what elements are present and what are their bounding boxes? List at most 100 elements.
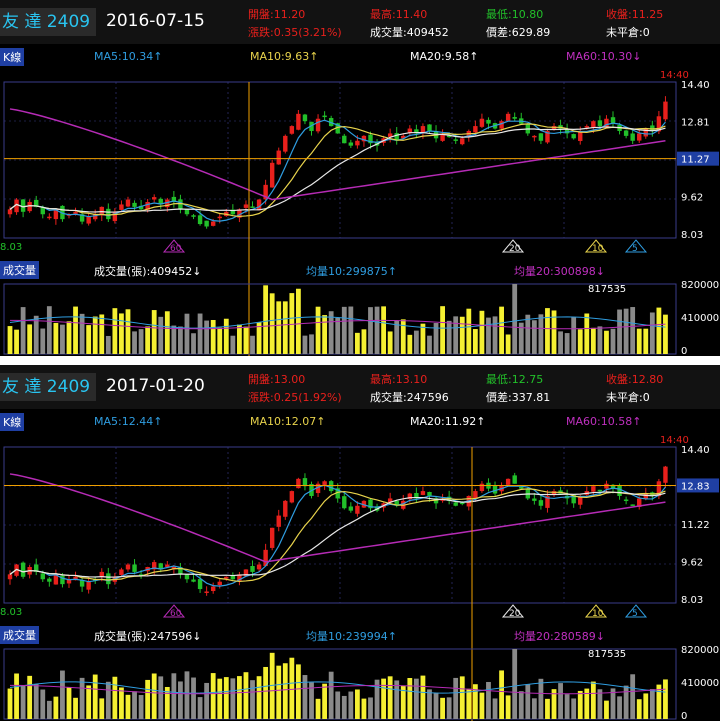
candle-body [597, 120, 603, 127]
volume-bar [178, 681, 183, 719]
candlestick-chart[interactable]: 14.4012.8311.229.628.0312.8314:408.03602… [0, 365, 720, 721]
volume-bar [381, 678, 387, 719]
candle-body [269, 527, 275, 548]
volume-bar [73, 697, 78, 719]
volume-bar [119, 687, 124, 719]
volume-bar [545, 698, 550, 719]
candle-body [630, 133, 635, 141]
volume-bar [145, 326, 151, 354]
volume-bar [132, 691, 137, 719]
volume-bar [459, 316, 465, 354]
volume-bar [597, 689, 603, 719]
volume-bar [197, 697, 203, 719]
candle-body [505, 478, 511, 485]
volume-bar [387, 331, 393, 354]
volume-bar [361, 698, 367, 719]
volume-bar [315, 698, 321, 719]
candle-body [243, 204, 249, 208]
current-price-label: 11.27 [681, 155, 710, 166]
candle-body [204, 591, 209, 593]
volume-bar [92, 316, 98, 354]
volume-bar [73, 306, 78, 354]
volume-bar [518, 691, 524, 719]
volume-bar [237, 676, 242, 719]
volume-bar [420, 323, 426, 354]
volume-bar [387, 676, 393, 719]
volume-bar [499, 670, 504, 719]
price-tick: 11.22 [681, 520, 710, 531]
volume-bar [466, 308, 472, 354]
candle-body [106, 208, 111, 220]
volume-bar [105, 681, 111, 719]
volume-bar [335, 317, 341, 354]
volume-bar [289, 657, 295, 719]
volume-bar [656, 307, 662, 354]
candle-body [479, 483, 485, 492]
candle-body [224, 576, 229, 579]
candle-body [283, 135, 288, 152]
candle-body [538, 500, 544, 506]
candle-body [20, 562, 26, 577]
candle-body [86, 581, 91, 590]
volume-bar [440, 697, 445, 719]
candle-body [492, 485, 498, 494]
volume-bar [400, 319, 406, 354]
ma20-line [9, 126, 666, 213]
volume-bar [263, 285, 269, 354]
candle-body [453, 139, 458, 141]
volume-bar [79, 677, 85, 719]
candle-body [407, 128, 413, 133]
candle-body [473, 126, 478, 133]
volume-bar [191, 677, 196, 719]
volume-bar [237, 324, 242, 354]
volume-bar [46, 700, 52, 719]
volume-bar [597, 326, 603, 354]
volume-bar [60, 670, 65, 719]
volume-bar [151, 673, 157, 719]
volume-bar [210, 320, 216, 354]
candle-body [283, 500, 288, 517]
volume-bar [368, 697, 373, 719]
max-volume-label: 817535 [588, 284, 626, 295]
candlestick-chart[interactable]: 14.4012.8111.279.628.0311.2714:408.03602… [0, 0, 720, 356]
candle-body [289, 491, 295, 503]
low-label: 8.03 [0, 242, 22, 253]
ma20-line [9, 491, 666, 578]
volume-bar [158, 316, 164, 354]
candle-body [73, 211, 78, 214]
volume-bar [112, 308, 118, 354]
volume-bar [99, 314, 105, 354]
candle-body [328, 481, 334, 492]
volume-bar [354, 332, 360, 354]
volume-bar [617, 309, 622, 354]
candle-body [184, 574, 190, 580]
volume-bar [407, 678, 413, 719]
volume-bar [14, 673, 19, 719]
volume-bar [486, 681, 491, 719]
volume-bar [92, 674, 98, 719]
volume-bar [440, 306, 445, 354]
price-tick: 14.40 [681, 445, 710, 456]
volume-bar [459, 676, 465, 719]
volume-bar [158, 676, 164, 719]
candle-body [296, 113, 301, 130]
volume-bar [269, 293, 275, 354]
period-marker-label: 10 [592, 609, 604, 619]
volume-bar [33, 684, 39, 719]
volume-bar [20, 307, 26, 354]
volume-tick: 410000 [681, 678, 719, 689]
volume-bar [125, 694, 131, 719]
candle-body [532, 498, 537, 501]
volume-bar [79, 313, 85, 354]
candle-body [591, 486, 596, 492]
volume-bar [230, 678, 236, 719]
candle-body [20, 199, 26, 212]
volume-bar [512, 284, 518, 354]
volume-bar [256, 676, 262, 719]
volume-bar [7, 326, 13, 354]
volume-bar [119, 313, 124, 354]
candle-body [348, 506, 354, 511]
volume-bar [315, 306, 321, 354]
volume-bar [138, 695, 144, 719]
volume-bar [151, 310, 157, 354]
